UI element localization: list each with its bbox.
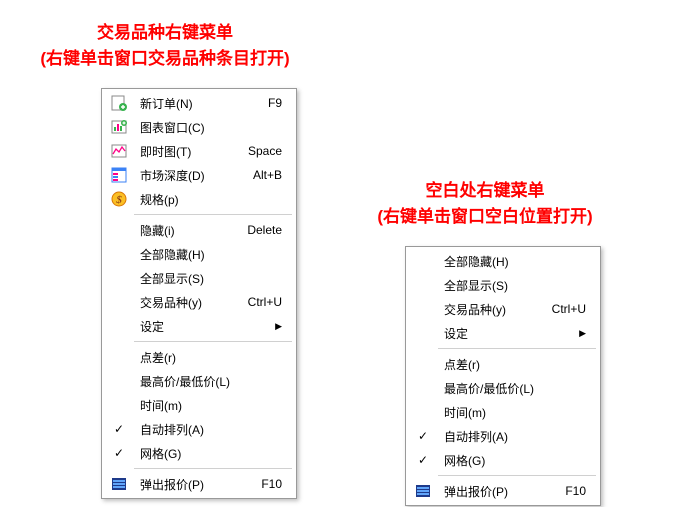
menu-label: 设定 [136, 318, 251, 335]
menu-separator [134, 468, 292, 469]
menu-item-popup-prices[interactable]: 弹出报价(P) F10 [104, 472, 294, 496]
market-depth-icon [108, 163, 130, 187]
menu-separator [134, 214, 292, 215]
new-order-icon [108, 91, 130, 115]
menu-separator [438, 475, 596, 476]
menu-item-spread[interactable]: 点差(r) [104, 345, 294, 369]
context-menu-symbol: 新订单(N) F9 图表窗口(C) 即时图(T) Space 市场深度(D) A… [101, 88, 297, 499]
svg-text:$: $ [116, 194, 122, 206]
menu-item-symbols[interactable]: 交易品种(y) Ctrl+U [104, 290, 294, 314]
menu-item-sets[interactable]: 设定 ▶ [408, 321, 598, 345]
menu-shortcut: F10 [237, 477, 282, 491]
menu-item-hide[interactable]: 隐藏(i) Delete [104, 218, 294, 242]
menu-label: 全部隐藏(H) [136, 246, 282, 263]
menu-label: 交易品种(y) [440, 301, 528, 318]
check-icon [108, 417, 130, 441]
menu-label: 全部显示(S) [136, 270, 282, 287]
menu-label: 全部隐藏(H) [440, 253, 586, 270]
menu-item-popup-prices[interactable]: 弹出报价(P) F10 [408, 479, 598, 503]
menu-label: 时间(m) [440, 404, 586, 421]
menu-label: 最高价/最低价(L) [440, 380, 586, 397]
menu-separator [134, 341, 292, 342]
menu-item-high-low[interactable]: 最高价/最低价(L) [104, 369, 294, 393]
popup-prices-icon [412, 479, 434, 503]
menu-item-auto-arrange[interactable]: 自动排列(A) [104, 417, 294, 441]
menu-separator [438, 348, 596, 349]
menu-label: 弹出报价(P) [136, 476, 237, 493]
menu-label: 规格(p) [136, 191, 282, 208]
menu-label: 最高价/最低价(L) [136, 373, 282, 390]
menu-label: 隐藏(i) [136, 222, 223, 239]
menu-shortcut: Ctrl+U [224, 295, 282, 309]
menu-item-market-depth[interactable]: 市场深度(D) Alt+B [104, 163, 294, 187]
menu-label: 新订单(N) [136, 95, 244, 112]
menu-item-tick-chart[interactable]: 即时图(T) Space [104, 139, 294, 163]
chart-window-icon [108, 115, 130, 139]
menu-item-show-all[interactable]: 全部显示(S) [104, 266, 294, 290]
menu-item-time[interactable]: 时间(m) [104, 393, 294, 417]
menu-label: 时间(m) [136, 397, 282, 414]
menu-item-high-low[interactable]: 最高价/最低价(L) [408, 376, 598, 400]
menu-label: 市场深度(D) [136, 167, 229, 184]
menu-item-hide-all[interactable]: 全部隐藏(H) [408, 249, 598, 273]
menu-shortcut: Ctrl+U [528, 302, 586, 316]
menu-item-show-all[interactable]: 全部显示(S) [408, 273, 598, 297]
menu-shortcut: Delete [223, 223, 282, 237]
menu-item-spread[interactable]: 点差(r) [408, 352, 598, 376]
submenu-arrow-icon: ▶ [251, 321, 282, 332]
menu-item-sets[interactable]: 设定 ▶ [104, 314, 294, 338]
menu-item-hide-all[interactable]: 全部隐藏(H) [104, 242, 294, 266]
caption-left-line1: 交易品种右键菜单 [97, 23, 233, 42]
caption-right-line1: 空白处右键菜单 [426, 181, 545, 200]
menu-label: 交易品种(y) [136, 294, 224, 311]
menu-label: 自动排列(A) [136, 421, 282, 438]
menu-label: 点差(r) [440, 356, 586, 373]
menu-label: 网格(G) [136, 445, 282, 462]
specification-icon: $ [108, 187, 130, 211]
menu-shortcut: Alt+B [229, 168, 282, 182]
menu-shortcut: F10 [541, 484, 586, 498]
menu-label: 自动排列(A) [440, 428, 586, 445]
check-icon [412, 424, 434, 448]
caption-left: 交易品种右键菜单 (右键单击窗口交易品种条目打开) [20, 20, 310, 71]
menu-item-symbols[interactable]: 交易品种(y) Ctrl+U [408, 297, 598, 321]
menu-label: 点差(r) [136, 349, 282, 366]
menu-shortcut: F9 [244, 96, 282, 110]
caption-right: 空白处右键菜单 (右键单击窗口空白位置打开) [335, 178, 635, 229]
popup-prices-icon [108, 472, 130, 496]
menu-label: 弹出报价(P) [440, 483, 541, 500]
caption-left-line2: (右键单击窗口交易品种条目打开) [40, 49, 289, 68]
menu-label: 全部显示(S) [440, 277, 586, 294]
menu-item-specification[interactable]: $ 规格(p) [104, 187, 294, 211]
menu-label: 即时图(T) [136, 143, 224, 160]
menu-item-new-order[interactable]: 新订单(N) F9 [104, 91, 294, 115]
menu-label: 设定 [440, 325, 555, 342]
check-icon [412, 448, 434, 472]
caption-right-line2: (右键单击窗口空白位置打开) [377, 207, 592, 226]
menu-item-chart-window[interactable]: 图表窗口(C) [104, 115, 294, 139]
menu-label: 图表窗口(C) [136, 119, 282, 136]
menu-shortcut: Space [224, 144, 282, 158]
menu-item-grid[interactable]: 网格(G) [408, 448, 598, 472]
menu-item-auto-arrange[interactable]: 自动排列(A) [408, 424, 598, 448]
tick-chart-icon [108, 139, 130, 163]
submenu-arrow-icon: ▶ [555, 328, 586, 339]
check-icon [108, 441, 130, 465]
menu-label: 网格(G) [440, 452, 586, 469]
context-menu-blank: 全部隐藏(H) 全部显示(S) 交易品种(y) Ctrl+U 设定 ▶ 点差(r… [405, 246, 601, 506]
menu-item-grid[interactable]: 网格(G) [104, 441, 294, 465]
menu-item-time[interactable]: 时间(m) [408, 400, 598, 424]
